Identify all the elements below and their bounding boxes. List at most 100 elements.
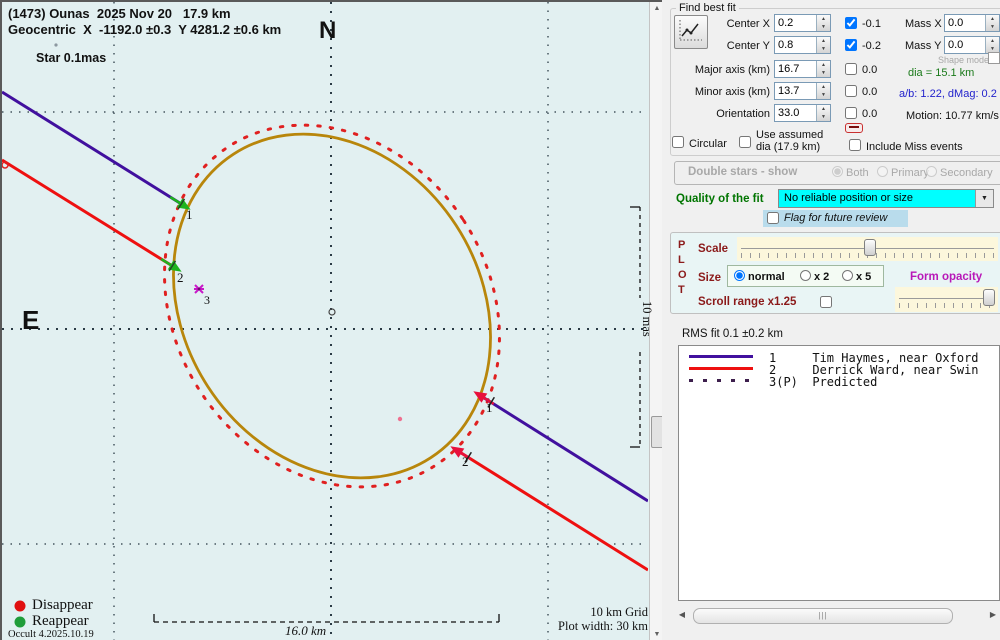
scroll-range-checkbox[interactable] (820, 296, 832, 308)
legend-disappear-label: Disappear (32, 597, 93, 614)
horizontal-scrollbar-thumb[interactable]: ||| (693, 608, 953, 624)
mass-x-input[interactable] (945, 15, 987, 29)
flag-review-checkbox[interactable] (767, 212, 779, 224)
list-item[interactable]: 1 Tim Haymes, near Oxford (679, 351, 999, 363)
orientation-adjust-value: 0.0 (862, 108, 877, 120)
scale-slider[interactable] (737, 237, 998, 261)
chord-1-right (481, 396, 648, 501)
size-x5-label: x 5 (856, 271, 871, 283)
circular-label: Circular (689, 138, 727, 150)
major-axis-adjust-value: 0.0 (862, 64, 877, 76)
collapse-button[interactable] (845, 123, 863, 133)
use-assumed-label-1: Use assumed (756, 129, 823, 141)
orientation-input[interactable] (775, 105, 818, 119)
size-x2-radio[interactable] (800, 270, 811, 281)
scale-slider-label: Scale (698, 243, 728, 255)
center-x-spinner[interactable]: ▲▼ (816, 15, 830, 31)
list-horizontal-scrollbar[interactable]: ◀ ||| ▶ (675, 607, 1000, 624)
minor-axis-spinner[interactable]: ▲▼ (816, 83, 830, 99)
size-x5-radio[interactable] (842, 270, 853, 281)
mass-y-input[interactable] (945, 37, 987, 51)
center-y-spinner[interactable]: ▲▼ (816, 37, 830, 53)
scroll-right-arrow[interactable]: ▶ (986, 607, 1000, 624)
center-x-adjust-value: -0.1 (862, 18, 881, 30)
size-normal-label: normal (748, 271, 785, 283)
center-x-adjust-checkbox[interactable] (845, 17, 857, 29)
center-x-label: Center X (700, 18, 770, 30)
major-axis-field[interactable]: ▲▼ (774, 60, 831, 78)
list-item[interactable]: 2 Derrick Ward, near Swin (679, 363, 999, 375)
center-x-field[interactable]: ▲▼ (774, 14, 831, 32)
include-miss-checkbox[interactable] (849, 139, 861, 151)
center-y-field[interactable]: ▲▼ (774, 36, 831, 54)
chord-2-number-right: 2 (462, 454, 469, 470)
center-y-input[interactable] (775, 37, 818, 51)
minor-axis-adjust-checkbox[interactable] (845, 85, 857, 97)
occult-window: (1473) Ounas 2025 Nov 20 17.9 km Geocent… (0, 0, 1000, 640)
list-item[interactable]: 3(P) Predicted (679, 375, 999, 387)
double-stars-both-radio[interactable] (832, 166, 843, 177)
disappear-legend-dot (15, 601, 26, 612)
orientation-adjust-checkbox[interactable] (845, 107, 857, 119)
combo-dropdown-arrow-icon[interactable]: ▼ (975, 190, 993, 207)
mass-x-spinner[interactable]: ▲▼ (985, 15, 999, 31)
observer-list[interactable]: 1 Tim Haymes, near Oxford 2 Derrick Ward… (678, 345, 1000, 601)
minor-axis-label: Minor axis (km) (690, 86, 770, 98)
major-axis-label: Major axis (km) (690, 64, 770, 76)
mass-y-spinner[interactable]: ▲▼ (985, 37, 999, 53)
chord-2-number: 2 (177, 270, 184, 286)
predicted-marker (194, 285, 204, 293)
double-stars-both-label: Both (846, 167, 869, 179)
major-axis-input[interactable] (775, 61, 818, 75)
scroll-left-arrow[interactable]: ◀ (675, 607, 689, 624)
form-opacity-slider-thumb[interactable] (983, 289, 995, 306)
quality-combobox[interactable]: No reliable position or size ▼ (778, 189, 994, 208)
mass-y-label: Mass Y (905, 40, 941, 52)
use-assumed-dia-checkbox[interactable] (739, 136, 751, 148)
circular-checkbox[interactable] (672, 136, 684, 148)
north-label: N (319, 17, 336, 45)
size-label: Size (698, 272, 721, 284)
major-axis-spinner[interactable]: ▲▼ (816, 61, 830, 77)
mass-x-label: Mass X (905, 18, 942, 30)
predicted-number: 3 (204, 293, 210, 308)
form-opacity-slider[interactable] (895, 287, 998, 312)
mass-x-field[interactable]: ▲▼ (944, 14, 1000, 32)
double-stars-primary-radio[interactable] (877, 166, 888, 177)
version-label: Occult 4.2025.10.19 (8, 629, 94, 640)
chord-1-number: 1 (186, 207, 193, 223)
star-diameter-dot (54, 43, 57, 46)
axis-ratio-text: a/b: 1.22, dMag: 0.2 (899, 88, 997, 100)
minor-axis-input[interactable] (775, 83, 818, 97)
center-y-adjust-checkbox[interactable] (845, 39, 857, 51)
plot-title: (1473) Ounas 2025 Nov 20 17.9 km (8, 6, 231, 21)
chord-2-right (458, 451, 648, 570)
diameter-text: dia = 15.1 km (908, 67, 974, 79)
orientation-spinner[interactable]: ▲▼ (816, 105, 830, 121)
size-x2-label: x 2 (814, 271, 829, 283)
major-axis-adjust-checkbox[interactable] (845, 63, 857, 75)
double-stars-secondary-radio[interactable] (926, 166, 937, 177)
find-best-fit-label: Find best fit (676, 2, 739, 14)
double-stars-secondary-label: Secondary (940, 167, 993, 179)
east-label: E (22, 305, 39, 336)
star-size-label: Star 0.1mas (36, 51, 106, 65)
minor-axis-field[interactable]: ▲▼ (774, 82, 831, 100)
shape-model-label: Shape model (938, 55, 991, 65)
reappear-legend-dot (15, 617, 26, 628)
small-pink-dot (398, 417, 402, 421)
scale-slider-thumb[interactable] (864, 239, 876, 256)
size-normal-radio[interactable] (734, 270, 745, 281)
mas-scale-label: 10 mas (639, 301, 654, 337)
plot-area[interactable]: (1473) Ounas 2025 Nov 20 17.9 km Geocent… (0, 0, 662, 640)
flag-review-label: Flag for future review (784, 212, 887, 224)
orientation-label: Orientation (690, 108, 770, 120)
shape-model-box[interactable] (988, 52, 1000, 64)
minor-axis-adjust-value: 0.0 (862, 86, 877, 98)
center-x-input[interactable] (775, 15, 818, 29)
assumed-diameter-dotted-ellipse (97, 61, 567, 551)
orientation-field[interactable]: ▲▼ (774, 104, 831, 122)
motion-text: Motion: 10.77 km/s (906, 110, 999, 122)
legend-reappear-label: Reappear (32, 613, 89, 630)
plot-width-label: Plot width: 30 km (540, 619, 648, 634)
